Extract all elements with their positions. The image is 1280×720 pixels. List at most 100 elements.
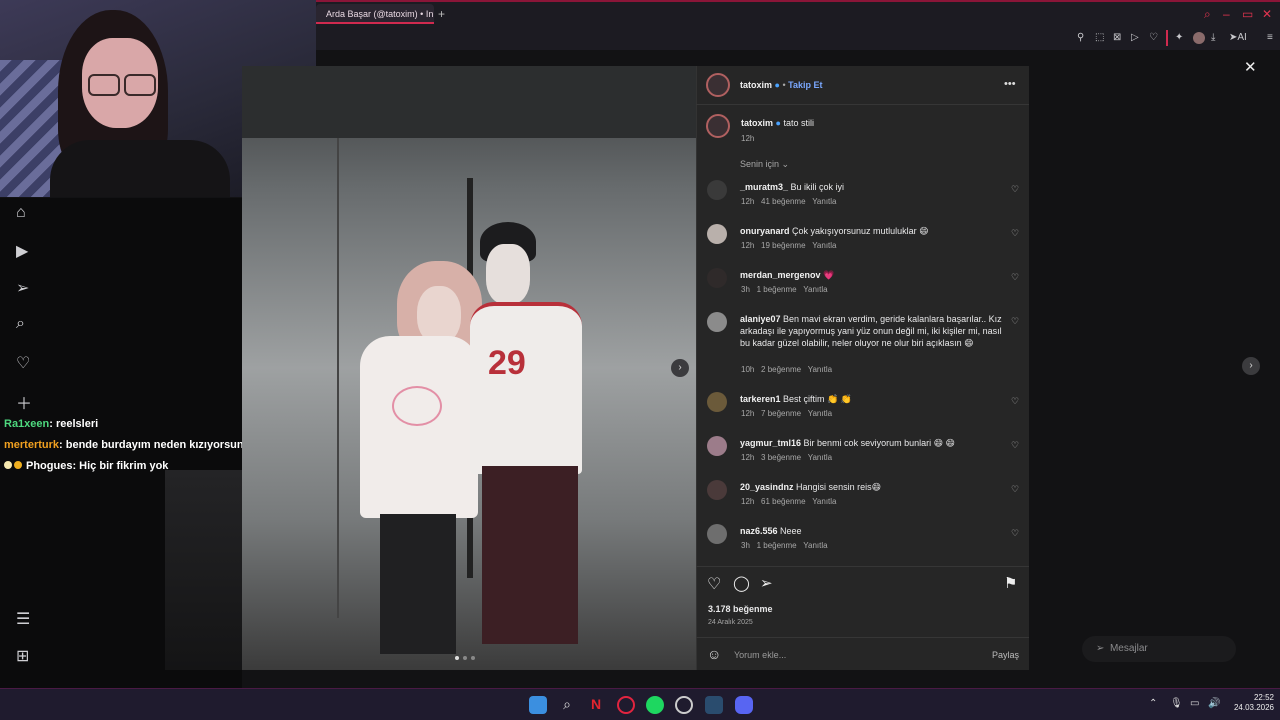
discord-icon[interactable] (735, 696, 753, 714)
comment-username[interactable]: alaniye07 (740, 314, 781, 324)
follow-button[interactable]: Takip Et (788, 80, 822, 90)
author-avatar[interactable] (706, 73, 730, 97)
comment-username[interactable]: tarkeren1 (740, 394, 781, 404)
create-icon[interactable]: ＋ (16, 390, 32, 414)
windows-start-icon[interactable] (529, 696, 547, 714)
volume-icon[interactable]: 🔊 (1208, 698, 1220, 709)
browser-tab[interactable]: Arda Başar (@tatoxim) • In (316, 4, 434, 24)
share-paperplane-icon[interactable]: ➢ (760, 574, 773, 592)
background-thumbnail (165, 470, 242, 670)
notifications-heart-icon[interactable]: ♡ (16, 353, 30, 373)
search-nav-icon[interactable]: ⌕ (16, 315, 25, 333)
comment-username[interactable]: 20_yasindnz (740, 482, 794, 492)
system-clock[interactable]: 22:52 24.03.2026 (1226, 693, 1274, 713)
comment-likes[interactable]: 61 beğenme (761, 497, 805, 506)
reply-button[interactable]: Yanıtla (812, 497, 836, 506)
maximize-icon[interactable]: ▭ (1242, 7, 1253, 21)
netflix-icon[interactable]: N (587, 696, 605, 714)
heart-icon[interactable]: ♡ (1149, 32, 1158, 43)
comment-avatar[interactable] (707, 312, 727, 332)
comment-username[interactable]: merdan_mergenov (740, 270, 821, 280)
aria-ai-icon[interactable]: ➤AI (1229, 32, 1247, 43)
comment-username[interactable]: _muratm3_ (740, 182, 788, 192)
comment-bubble-icon[interactable]: ◯ (733, 574, 750, 592)
comment-likes[interactable]: 3 beğenme (761, 453, 801, 462)
block-icon[interactable]: ⊠ (1113, 32, 1121, 43)
like-comment-heart-icon[interactable]: ♡ (1011, 484, 1019, 495)
comment-likes[interactable]: 19 beğenme (761, 241, 805, 250)
likes-count[interactable]: 3.178 beğenme (708, 604, 773, 614)
comment-input[interactable]: Yorum ekle... (734, 650, 786, 660)
comment-likes[interactable]: 1 beğenme (757, 285, 797, 294)
comment-likes[interactable]: 41 beğenme (761, 197, 805, 206)
comment-avatar[interactable] (707, 524, 727, 544)
comment-avatar[interactable] (707, 392, 727, 412)
direct-icon[interactable]: ➢ (16, 278, 29, 298)
reels-icon[interactable]: ▶ (16, 241, 28, 261)
like-comment-heart-icon[interactable]: ♡ (1011, 440, 1019, 451)
next-photo-button[interactable]: › (671, 359, 689, 377)
boy-jersey (470, 302, 582, 474)
steam-icon[interactable] (705, 696, 723, 714)
caption-avatar[interactable] (706, 114, 730, 138)
reply-button[interactable]: Yanıtla (808, 453, 832, 462)
pin-icon[interactable]: ⚲ (1077, 32, 1084, 43)
apps-icon[interactable]: ⊞ (16, 646, 29, 666)
share-comment-button[interactable]: Paylaş (992, 650, 1019, 660)
comment-avatar[interactable] (707, 224, 727, 244)
comment-username[interactable]: yagmur_tml16 (740, 438, 801, 448)
like-comment-heart-icon[interactable]: ♡ (1011, 228, 1019, 239)
author-username[interactable]: tatoxim (740, 80, 772, 90)
opera-gx-icon[interactable] (617, 696, 635, 714)
play-icon[interactable]: ▷ (1131, 32, 1139, 43)
emoji-icon[interactable]: ☺ (707, 646, 721, 662)
comment-avatar[interactable] (707, 436, 727, 456)
more-options-icon[interactable]: ••• (1004, 78, 1016, 90)
minimize-icon[interactable]: – (1223, 7, 1230, 21)
close-icon[interactable]: ✕ (1244, 58, 1257, 76)
search-taskbar-icon[interactable]: ⌕ (558, 696, 576, 714)
comment-likes[interactable]: 7 beğenme (761, 409, 801, 418)
menu-icon[interactable]: ≡ (1267, 32, 1273, 43)
caption-username[interactable]: tatoxim (741, 118, 773, 128)
like-comment-heart-icon[interactable]: ♡ (1011, 528, 1019, 539)
extensions-icon[interactable]: ✦ (1175, 32, 1183, 43)
reply-button[interactable]: Yanıtla (808, 409, 832, 418)
like-comment-heart-icon[interactable]: ♡ (1011, 184, 1019, 195)
gear-app-icon[interactable] (675, 696, 693, 714)
snapshot-icon[interactable]: ⬚ (1095, 32, 1104, 43)
profile-avatar-icon[interactable] (1193, 32, 1205, 44)
reply-button[interactable]: Yanıtla (808, 365, 832, 374)
comment-username[interactable]: naz6.556 (740, 526, 778, 536)
reply-button[interactable]: Yanıtla (812, 241, 836, 250)
comment-likes[interactable]: 1 beğenme (757, 541, 797, 550)
new-tab-button[interactable]: + (438, 7, 445, 21)
chat-text: : reelsleri (49, 418, 99, 430)
more-menu-icon[interactable]: ☰ (16, 609, 30, 629)
microphone-icon[interactable]: 🎙 (1170, 698, 1183, 709)
tray-chevron-up-icon[interactable]: ⌃ (1149, 698, 1157, 709)
post-photo[interactable]: 29 (242, 66, 696, 670)
download-icon[interactable]: ⤓ (1211, 32, 1215, 43)
home-icon[interactable]: ⌂ (16, 204, 26, 222)
comment-avatar[interactable] (707, 268, 727, 288)
like-heart-icon[interactable]: ♡ (707, 574, 721, 594)
comment-likes[interactable]: 2 beğenme (761, 365, 801, 374)
reply-button[interactable]: Yanıtla (812, 197, 836, 206)
next-post-button[interactable]: › (1242, 357, 1260, 375)
comment-username[interactable]: onuryanard (740, 226, 790, 236)
comment-filter[interactable]: Senin için ⌄ (740, 159, 789, 170)
like-comment-heart-icon[interactable]: ♡ (1011, 272, 1019, 283)
spotify-icon[interactable] (646, 696, 664, 714)
comment-avatar[interactable] (707, 180, 727, 200)
bookmark-icon[interactable]: ⚑ (1004, 574, 1017, 592)
comment-avatar[interactable] (707, 480, 727, 500)
messages-button[interactable]: ➢ Mesajlar (1082, 636, 1236, 662)
reply-button[interactable]: Yanıtla (803, 285, 827, 294)
like-comment-heart-icon[interactable]: ♡ (1011, 316, 1019, 327)
search-icon[interactable]: ⌕ (1204, 7, 1211, 22)
close-window-icon[interactable]: ✕ (1262, 7, 1272, 21)
reply-button[interactable]: Yanıtla (803, 541, 827, 550)
like-comment-heart-icon[interactable]: ♡ (1011, 396, 1019, 407)
display-icon[interactable]: ▭ (1190, 698, 1199, 709)
